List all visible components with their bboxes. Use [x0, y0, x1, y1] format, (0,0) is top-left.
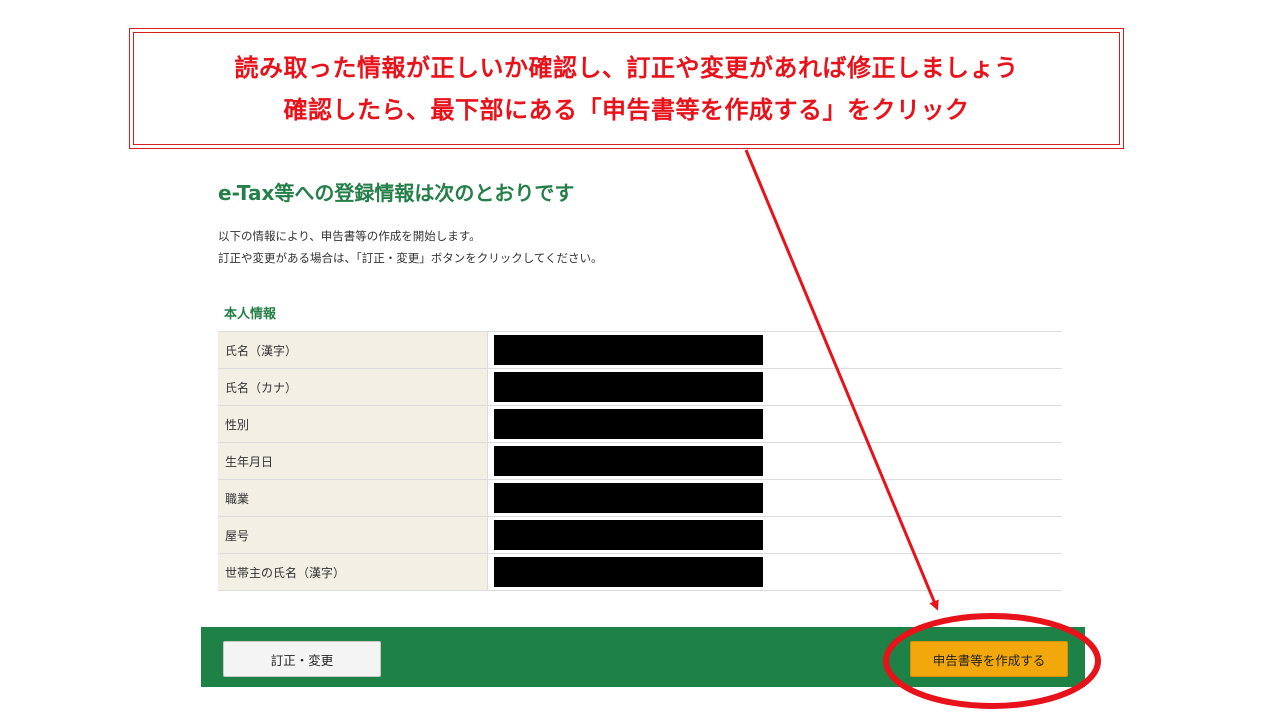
redacted-value: [494, 409, 763, 439]
table-row: 氏名（漢字）: [218, 331, 1062, 369]
row-value-householder-name: [487, 553, 1062, 591]
row-label-trade-name: 屋号: [218, 516, 488, 554]
redacted-value: [494, 335, 763, 365]
row-label-birthdate: 生年月日: [218, 442, 488, 480]
instruction-line-1: 読み取った情報が正しいか確認し、訂正や変更があれば修正しましょう: [234, 53, 1019, 82]
redacted-value: [494, 557, 763, 587]
table-row: 生年月日: [218, 442, 1062, 480]
redacted-value: [494, 372, 763, 402]
row-value-name-kana: [487, 368, 1062, 406]
row-label-name-kanji: 氏名（漢字）: [218, 331, 488, 369]
row-label-occupation: 職業: [218, 479, 488, 517]
intro-line-2: 訂正や変更がある場合は、「訂正・変更」ボタンをクリックしてください。: [218, 251, 603, 265]
row-value-gender: [487, 405, 1062, 443]
row-label-householder-name: 世帯主の氏名（漢字）: [218, 553, 488, 591]
table-row: 職業: [218, 479, 1062, 517]
redacted-value: [494, 446, 763, 476]
intro-line-1: 以下の情報により、申告書等の作成を開始します。: [218, 229, 481, 243]
table-row: 世帯主の氏名（漢字）: [218, 553, 1062, 591]
create-return-button[interactable]: 申告書等を作成する: [910, 641, 1068, 677]
correct-change-button[interactable]: 訂正・変更: [223, 641, 381, 677]
redacted-value: [494, 520, 763, 550]
intro-text: 以下の情報により、申告書等の作成を開始します。 訂正や変更がある場合は、「訂正・…: [218, 225, 603, 269]
section-title-personal-info: 本人情報: [224, 307, 277, 322]
redacted-value: [494, 483, 763, 513]
instruction-callout: 読み取った情報が正しいか確認し、訂正や変更があれば修正しましょう 確認したら、最…: [129, 28, 1124, 149]
table-row: 性別: [218, 405, 1062, 443]
row-label-gender: 性別: [218, 405, 488, 443]
row-value-trade-name: [487, 516, 1062, 554]
row-value-occupation: [487, 479, 1062, 517]
row-value-name-kanji: [487, 331, 1062, 369]
table-row: 氏名（カナ）: [218, 368, 1062, 406]
row-label-name-kana: 氏名（カナ）: [218, 368, 488, 406]
action-bar: 訂正・変更 申告書等を作成する: [201, 627, 1085, 687]
table-row: 屋号: [218, 516, 1062, 554]
page-title: e-Tax等への登録情報は次のとおりです: [218, 181, 575, 205]
instruction-callout-inner: 読み取った情報が正しいか確認し、訂正や変更があれば修正しましょう 確認したら、最…: [133, 32, 1120, 145]
instruction-line-2: 確認したら、最下部にある「申告書等を作成する」をクリック: [283, 95, 970, 124]
personal-info-table: 氏名（漢字） 氏名（カナ） 性別 生年月日 職業 屋号 世帯主の氏名（漢字）: [218, 331, 1062, 591]
row-value-birthdate: [487, 442, 1062, 480]
